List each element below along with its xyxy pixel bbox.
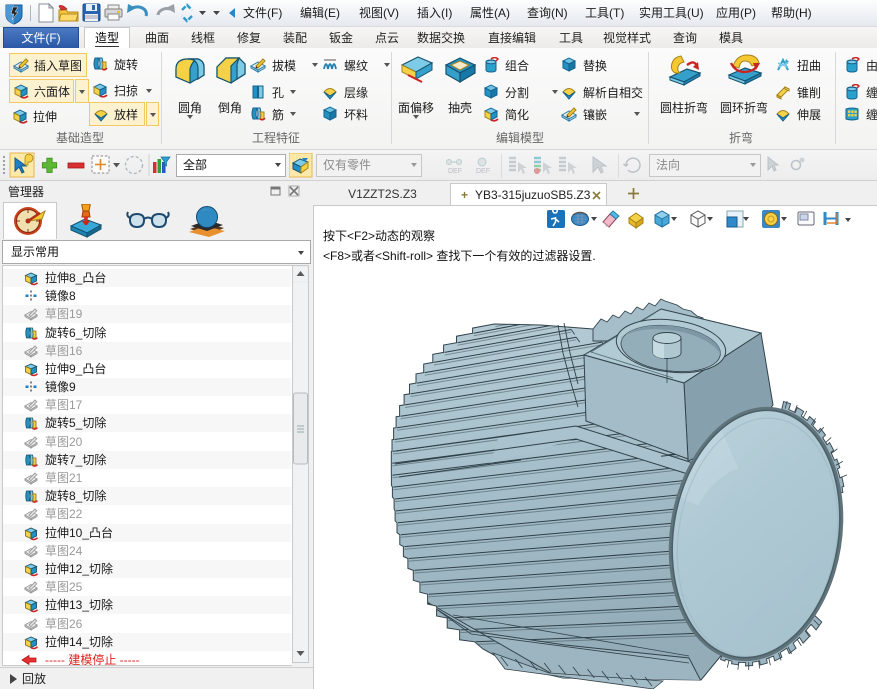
svg-text:DEF: DEF (476, 168, 490, 175)
svg-text:DEF: DEF (448, 168, 462, 175)
